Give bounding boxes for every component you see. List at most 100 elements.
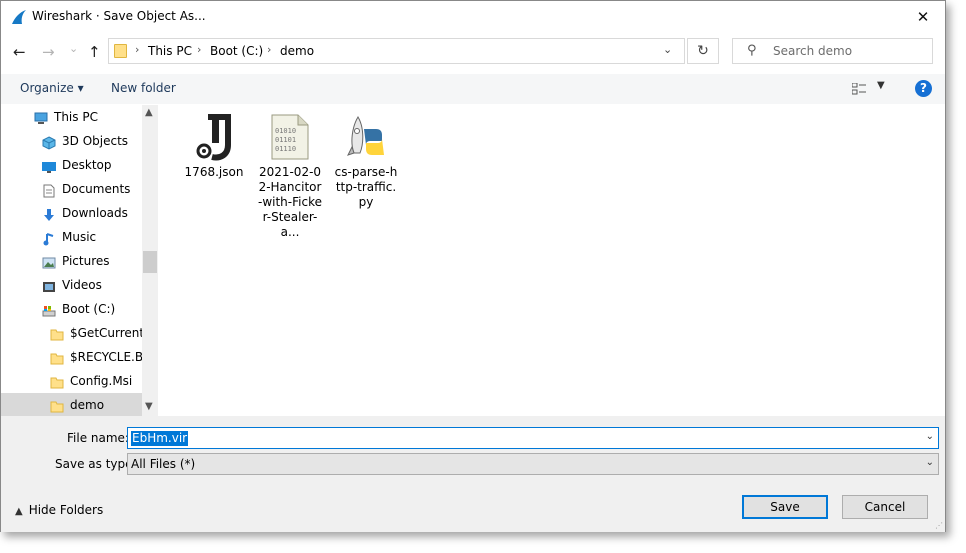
recent-locations-button[interactable]: ⌄	[69, 42, 78, 55]
view-options-icon[interactable]	[852, 83, 866, 95]
sidebar-item-label: Downloads	[62, 206, 128, 220]
sidebar-item-label: Videos	[62, 278, 102, 292]
sidebar-item-demo[interactable]: demo	[1, 393, 142, 416]
breadcrumb-this-pc[interactable]: This PC	[148, 44, 192, 58]
scroll-down-icon[interactable]: ▼	[145, 401, 153, 412]
sidebar-item-boot-c[interactable]: Boot (C:)	[1, 297, 142, 321]
address-bar[interactable]: › This PC › Boot (C:) › demo ⌄	[108, 38, 685, 64]
close-button[interactable]: ✕	[900, 1, 946, 33]
file-list: 1768.json 01010 01101 01110 2021-02-02-H…	[159, 105, 945, 416]
caret-up-icon: ▲	[15, 506, 23, 517]
chevron-right-icon: ›	[197, 43, 202, 56]
svg-text:01010: 01010	[275, 127, 296, 135]
save-object-dialog: Wireshark · Save Object As... ✕ ← → ⌄ ↑ …	[0, 0, 946, 532]
file-name-value: EbHm.vir	[131, 431, 189, 446]
file-name-label: File name:	[67, 431, 129, 445]
music-icon	[42, 230, 56, 246]
resize-grip-icon[interactable]: ⋰	[935, 521, 943, 530]
sidebar-item-config-msi[interactable]: Config.Msi	[1, 369, 142, 393]
file-name: cs-parse-http-traffic.py	[334, 165, 398, 209]
scroll-thumb[interactable]	[143, 251, 157, 273]
save-options-panel: File name: EbHm.vir ⌄ Save as type: All …	[1, 416, 945, 532]
organize-menu[interactable]: Organize ▾	[20, 81, 84, 95]
sidebar-item-desktop[interactable]: Desktop	[1, 153, 142, 177]
sidebar-item-label: Music	[62, 230, 97, 244]
sidebar-item-recycle-bin[interactable]: $RECYCLE.BIN	[1, 345, 156, 369]
navigation-pane: This PC 3D Objects Desktop Documents Downloa…	[1, 105, 158, 416]
chevron-down-icon[interactable]: ⌄	[663, 43, 672, 56]
up-button[interactable]: ↑	[88, 43, 101, 61]
file-name-input[interactable]: EbHm.vir ⌄	[127, 427, 939, 449]
navigation-bar: ← → ⌄ ↑ › This PC › Boot (C:) › demo ⌄ ↻…	[1, 33, 945, 71]
file-item[interactable]: 01010 01101 01110 2021-02-02-Hancitor-wi…	[257, 113, 323, 240]
drive-icon	[42, 302, 56, 317]
save-as-type-label: Save as type:	[55, 457, 137, 471]
folder-icon	[114, 44, 127, 58]
json-file-icon	[190, 113, 238, 161]
cancel-button[interactable]: Cancel	[842, 495, 928, 519]
3d-objects-icon	[42, 134, 56, 150]
sidebar-item-downloads[interactable]: Downloads	[1, 201, 142, 225]
file-item[interactable]: 1768.json	[181, 113, 247, 180]
sidebar-item-label: 3D Objects	[62, 134, 129, 148]
file-item[interactable]: cs-parse-http-traffic.py	[333, 113, 399, 210]
file-name: 1768.json	[184, 165, 244, 179]
sidebar-item-3d-objects[interactable]: 3D Objects	[1, 129, 142, 153]
wireshark-fin-icon	[12, 10, 26, 24]
folder-icon	[50, 398, 64, 413]
chevron-right-icon: ›	[135, 43, 140, 56]
sidebar-item-pictures[interactable]: Pictures	[1, 249, 142, 273]
search-icon: ⚲	[747, 43, 757, 58]
sidebar-item-label: Boot (C:)	[62, 302, 116, 316]
chevron-down-icon[interactable]: ⌄	[926, 457, 934, 468]
save-button[interactable]: Save	[742, 495, 828, 519]
sidebar-item-label: demo	[70, 398, 105, 412]
binary-file-icon: 01010 01101 01110	[266, 113, 314, 161]
view-dropdown-icon[interactable]: ▼	[877, 80, 885, 91]
save-as-type-select[interactable]: All Files (*) ⌄	[127, 453, 939, 475]
pictures-icon	[42, 254, 56, 269]
back-button[interactable]: ←	[13, 43, 26, 61]
python-file-icon	[342, 113, 390, 161]
sidebar-item-this-pc[interactable]: This PC	[1, 105, 142, 129]
file-name: 2021-02-02-Hancitor-with-Ficker-Stealer-…	[258, 165, 322, 239]
search-input[interactable]: ⚲ Search demo	[732, 38, 933, 64]
sidebar-item-label: Config.Msi	[70, 374, 133, 388]
search-placeholder: Search demo	[773, 44, 853, 58]
sidebar-item-documents[interactable]: Documents	[1, 177, 142, 201]
title-bar: Wireshark · Save Object As... ✕	[1, 1, 945, 33]
breadcrumb-demo[interactable]: demo	[280, 44, 314, 58]
sidebar-item-label: $GetCurrent	[70, 326, 145, 340]
sidebar-item-label: Documents	[62, 182, 131, 196]
sidebar-item-label: This PC	[54, 110, 98, 124]
sidebar-item-label: Desktop	[62, 158, 112, 172]
new-folder-button[interactable]: New folder	[111, 81, 176, 95]
scroll-up-icon[interactable]: ▲	[145, 107, 153, 118]
breadcrumb-boot-drive[interactable]: Boot (C:)	[210, 44, 263, 58]
window-title: Wireshark · Save Object As...	[32, 9, 206, 23]
sidebar-item-videos[interactable]: Videos	[1, 273, 142, 297]
hide-folders-label: Hide Folders	[28, 503, 104, 517]
downloads-icon	[42, 206, 56, 221]
computer-icon	[34, 110, 48, 124]
folder-icon	[50, 326, 64, 341]
svg-text:01101: 01101	[275, 136, 296, 144]
svg-text:01110: 01110	[275, 145, 296, 153]
chevron-right-icon: ›	[267, 43, 272, 56]
forward-button[interactable]: →	[42, 43, 55, 61]
sidebar-item-music[interactable]: Music	[1, 225, 142, 249]
folder-icon	[50, 374, 64, 389]
sidebar-item-getcurrent[interactable]: $GetCurrent	[1, 321, 145, 345]
help-button[interactable]: ?	[915, 80, 932, 97]
refresh-button[interactable]: ↻	[687, 38, 719, 64]
hide-folders-button[interactable]: ▲ Hide Folders	[15, 503, 103, 517]
nav-scrollbar[interactable]: ▲ ▼	[142, 105, 158, 416]
chevron-down-icon[interactable]: ⌄	[926, 431, 934, 442]
desktop-icon	[42, 158, 56, 173]
folder-icon	[50, 350, 64, 365]
videos-icon	[42, 278, 56, 292]
save-as-type-value: All Files (*)	[131, 457, 196, 471]
sidebar-item-label: Pictures	[62, 254, 110, 268]
command-bar: Organize ▾ New folder ▼ ?	[1, 74, 945, 104]
documents-icon	[42, 182, 56, 198]
